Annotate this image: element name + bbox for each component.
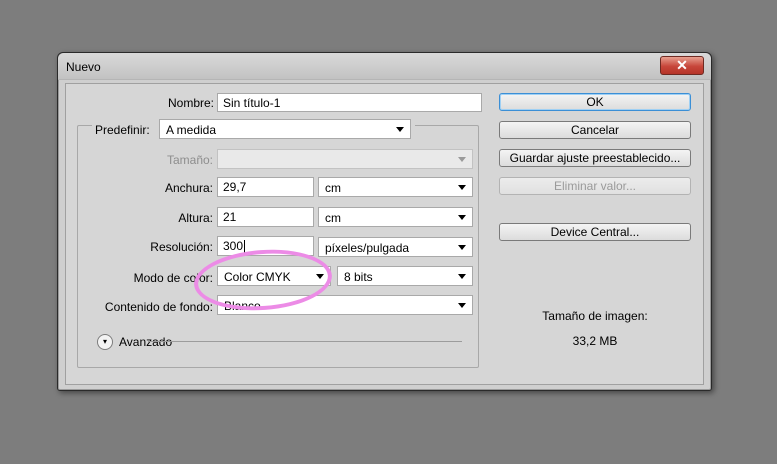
chevron-down-icon: [458, 303, 466, 308]
chevron-down-icon: [396, 127, 404, 132]
tamano-dropdown[interactable]: [217, 149, 473, 169]
altura-label: Altura:: [178, 211, 213, 225]
modo-color-value: Color CMYK: [224, 270, 291, 284]
contenido-fondo-dropdown[interactable]: Blanco: [217, 295, 473, 315]
modo-color-dropdown[interactable]: Color CMYK: [217, 266, 331, 286]
modo-color-label: Modo de color:: [133, 271, 213, 285]
image-size-value: 33,2 MB: [572, 334, 618, 348]
altura-unit: cm: [325, 211, 341, 225]
anchura-label: Anchura:: [164, 181, 213, 195]
chevron-down-icon: [458, 274, 466, 279]
close-button[interactable]: ✕: [660, 56, 704, 75]
tamano-label: Tamaño:: [166, 153, 213, 167]
close-icon: ✕: [676, 57, 688, 73]
resolucion-unit: píxeles/pulgada: [325, 241, 410, 255]
bits-dropdown[interactable]: 8 bits: [337, 266, 473, 286]
predefinir-value: A medida: [166, 123, 217, 137]
chevron-down-icon: [458, 185, 466, 190]
ok-button[interactable]: OK: [499, 93, 691, 111]
altura-input[interactable]: 21: [217, 207, 314, 227]
resolucion-input[interactable]: 300: [217, 236, 314, 256]
delete-preset-button[interactable]: Eliminar valor...: [499, 177, 691, 195]
save-preset-button[interactable]: Guardar ajuste preestablecido...: [499, 149, 691, 167]
bits-value: 8 bits: [344, 270, 373, 284]
title-bar[interactable]: Nuevo ✕: [58, 53, 711, 80]
nombre-label: Nombre:: [167, 96, 214, 110]
resolucion-unit-dropdown[interactable]: píxeles/pulgada: [318, 237, 473, 257]
device-central-button[interactable]: Device Central...: [499, 223, 691, 241]
altura-unit-dropdown[interactable]: cm: [318, 207, 473, 227]
contenido-fondo-value: Blanco: [224, 299, 261, 313]
avanzado-toggle[interactable]: ▾: [97, 334, 113, 350]
anchura-unit: cm: [325, 181, 341, 195]
text-caret: [244, 240, 245, 254]
contenido-fondo-label: Contenido de fondo:: [104, 300, 213, 314]
image-size-label: Tamaño de imagen:: [542, 309, 648, 323]
chevron-down-icon: [316, 274, 324, 279]
chevron-down-icon: [458, 157, 466, 162]
chevron-down-icon: [458, 245, 466, 250]
avanzado-label: Avanzado: [119, 335, 173, 349]
nombre-input[interactable]: Sin título-1: [217, 93, 482, 112]
avanzado-divider: [148, 341, 462, 342]
chevron-down-icon: [458, 215, 466, 220]
predefinir-label: Predefinir:: [95, 123, 150, 137]
anchura-unit-dropdown[interactable]: cm: [318, 177, 473, 197]
anchura-input[interactable]: 29,7: [217, 177, 314, 197]
resolucion-label: Resolución:: [150, 240, 213, 254]
predefinir-dropdown[interactable]: A medida: [159, 119, 411, 139]
window-title: Nuevo: [66, 60, 101, 74]
cancel-button[interactable]: Cancelar: [499, 121, 691, 139]
double-chevron-down-icon: ▾: [102, 337, 107, 346]
